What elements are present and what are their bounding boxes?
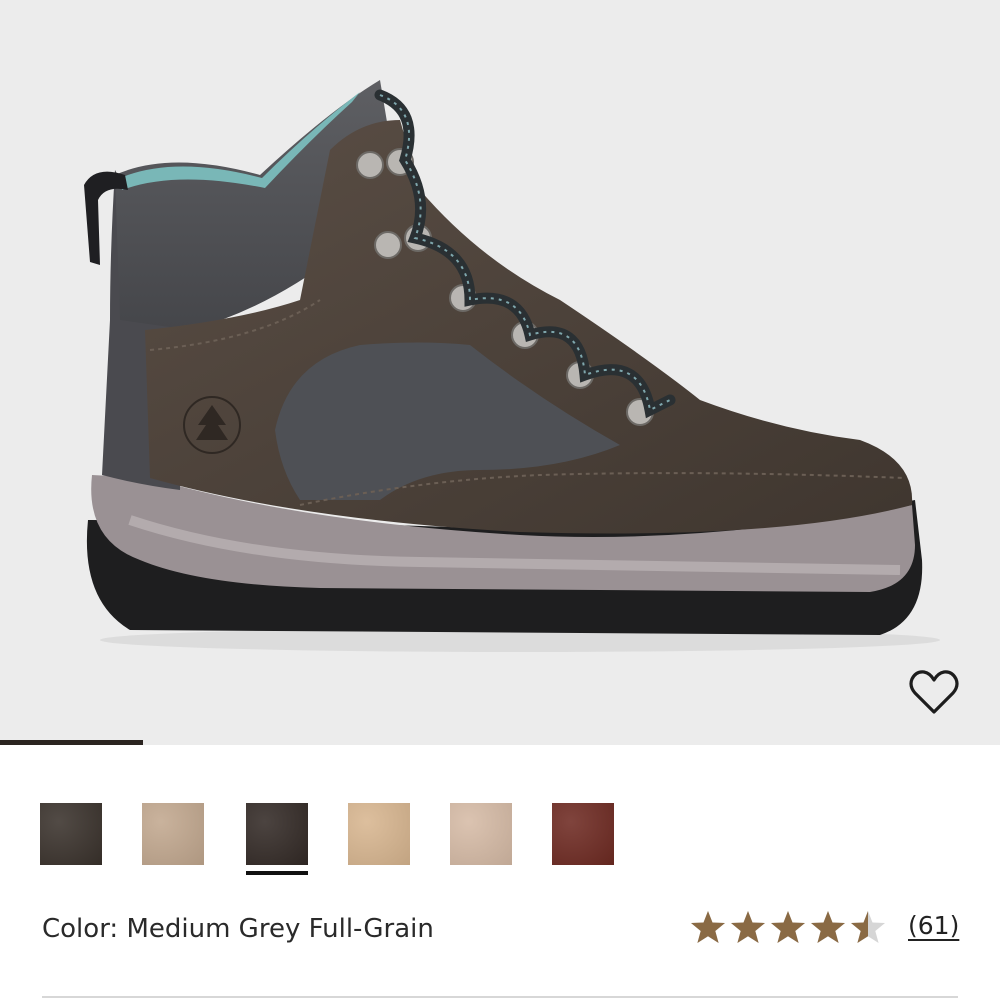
- swatch-texture: [246, 803, 308, 865]
- swatch-texture: [142, 803, 204, 865]
- star-icon: [851, 911, 885, 943]
- heart-icon[interactable]: [908, 668, 960, 716]
- swatch-texture: [348, 803, 410, 865]
- divider: [42, 996, 958, 998]
- swatch-texture: [450, 803, 512, 865]
- selected-color-label: Color: Medium Grey Full-Grain: [42, 914, 434, 944]
- star-icon: [731, 911, 765, 943]
- gallery-progress-fill: [0, 740, 143, 745]
- product-image-area: [0, 0, 1000, 745]
- review-count-link[interactable]: (61): [908, 911, 959, 940]
- color-swatch[interactable]: [246, 803, 308, 865]
- color-swatches: [40, 803, 640, 883]
- star-icon: [771, 911, 805, 943]
- color-name: Medium Grey Full-Grain: [126, 914, 434, 944]
- swatch-selected-indicator: [246, 871, 308, 875]
- color-swatch[interactable]: [552, 803, 614, 865]
- star-icon: [811, 911, 845, 943]
- gallery-progress-track: [0, 740, 1000, 745]
- swatch-texture: [552, 803, 614, 865]
- color-swatch[interactable]: [348, 803, 410, 865]
- product-image[interactable]: [0, 0, 1000, 745]
- star-icon: [691, 911, 725, 943]
- color-swatch[interactable]: [450, 803, 512, 865]
- swatch-texture: [40, 803, 102, 865]
- color-swatch[interactable]: [40, 803, 102, 865]
- color-label-prefix: Color:: [42, 914, 127, 944]
- color-swatch[interactable]: [142, 803, 204, 865]
